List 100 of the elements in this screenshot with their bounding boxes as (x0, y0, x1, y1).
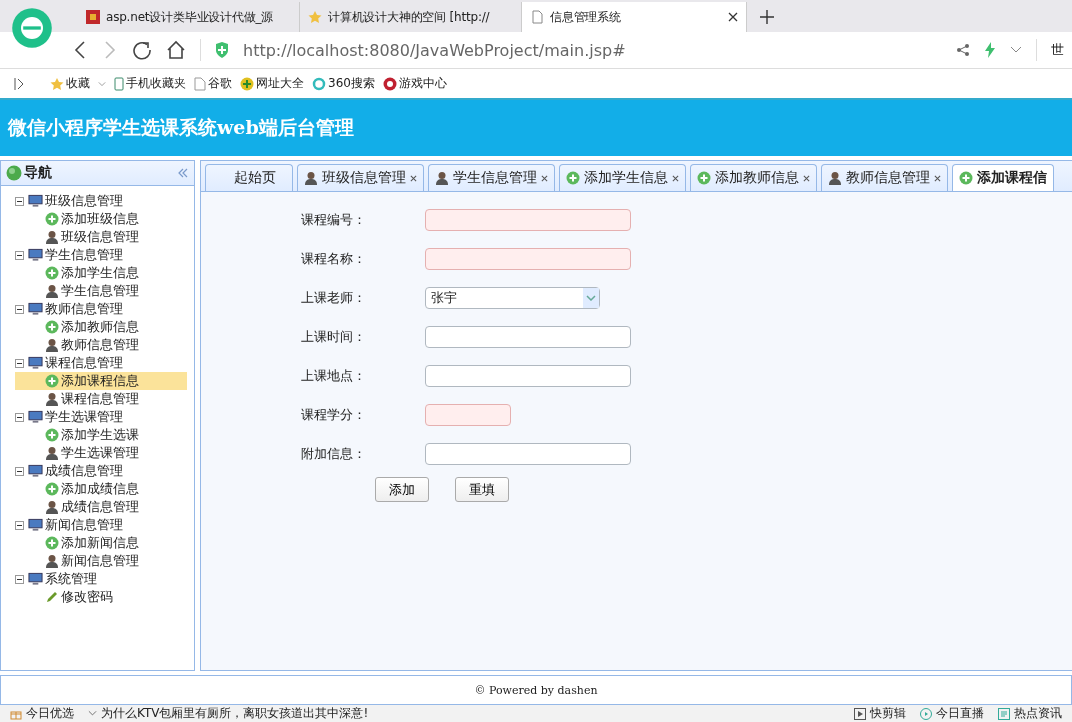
tree-item[interactable]: 成绩信息管理 (43, 498, 185, 516)
user-icon (45, 338, 59, 352)
status-item[interactable]: 为什么KTV包厢里有厕所，离职女孩道出其中深意! (88, 705, 369, 722)
tree-item[interactable]: 新闻信息管理 (43, 552, 185, 570)
form-button[interactable]: 重填 (455, 477, 509, 502)
tree-item[interactable]: 添加课程信息 (15, 372, 187, 390)
plus-circle-icon (240, 76, 254, 91)
tree-node[interactable]: 系统管理 (15, 570, 194, 588)
status-item[interactable]: 今日直播 (920, 705, 984, 722)
user-icon (45, 554, 59, 568)
collapse-toggle-icon[interactable] (15, 250, 24, 260)
tree-node[interactable]: 课程信息管理 (15, 354, 194, 372)
input-field[interactable] (425, 247, 631, 270)
tree-item[interactable]: 添加学生信息 (43, 264, 185, 282)
sidebar-toggle-icon[interactable] (14, 76, 24, 91)
close-icon[interactable] (728, 12, 738, 22)
plus-circle-icon (45, 212, 59, 226)
tree-node[interactable]: 学生选课管理 (15, 408, 194, 426)
tab-label: 添加教师信息 (715, 169, 799, 187)
field-label: 课程编号： (301, 210, 367, 229)
reload-icon[interactable] (132, 40, 152, 60)
input-field[interactable] (425, 364, 631, 387)
select-field[interactable]: 张宇 (425, 286, 600, 309)
back-icon[interactable] (72, 40, 88, 60)
tree-node[interactable]: 教师信息管理 (15, 300, 194, 318)
content-tab[interactable]: 添加课程信 (952, 164, 1054, 191)
tree-item[interactable]: 班级信息管理 (43, 228, 185, 246)
chevron-down-icon[interactable] (1010, 46, 1022, 54)
share-icon[interactable] (956, 43, 970, 57)
plus-circle-icon (45, 482, 59, 496)
close-icon[interactable] (934, 174, 941, 182)
input-field[interactable] (425, 442, 631, 465)
close-icon[interactable] (541, 174, 548, 182)
user-icon (828, 171, 842, 185)
tree-node[interactable]: 学生信息管理 (15, 246, 194, 264)
status-item[interactable]: 快剪辑 (854, 705, 906, 722)
bookmark-link[interactable]: 网址大全 (240, 75, 304, 92)
content-tab[interactable]: 教师信息管理 (821, 164, 948, 191)
tree-item[interactable]: 修改密码 (43, 588, 185, 606)
new-tab-icon[interactable] (759, 9, 775, 25)
ring-icon (312, 76, 326, 91)
home-icon[interactable] (166, 40, 186, 60)
collapse-toggle-icon[interactable] (15, 574, 24, 584)
collapse-toggle-icon[interactable] (15, 358, 24, 368)
play-icon (854, 707, 866, 720)
tree-item[interactable]: 学生信息管理 (43, 282, 185, 300)
collapse-toggle-icon[interactable] (15, 466, 24, 476)
news-icon (998, 707, 1010, 720)
tree-item[interactable]: 课程信息管理 (43, 390, 185, 408)
content-tab[interactable]: 添加教师信息 (690, 164, 817, 191)
browser-tab[interactable]: 信息管理系统 (522, 2, 747, 32)
tree-node[interactable]: 新闻信息管理 (15, 516, 194, 534)
collapse-toggle-icon[interactable] (15, 196, 24, 206)
tab-label: 添加课程信 (977, 169, 1047, 187)
tree-item[interactable]: 添加新闻信息 (43, 534, 185, 552)
user-icon (45, 392, 59, 406)
content-tab[interactable]: 起始页 (205, 164, 293, 191)
monitor-icon (28, 302, 43, 316)
tree-item[interactable]: 教师信息管理 (43, 336, 185, 354)
bookmark-link[interactable]: 游戏中心 (382, 75, 447, 92)
bookmark-link[interactable]: 360搜索 (312, 75, 375, 92)
close-icon[interactable] (803, 174, 810, 182)
status-item[interactable]: 热点资讯 (998, 705, 1062, 722)
footer-text: © Powered by dashen (474, 683, 598, 697)
bookmark-link[interactable]: 收藏 (50, 75, 90, 92)
tree-item[interactable]: 学生选课管理 (43, 444, 185, 462)
tab-label: 学生信息管理 (453, 169, 537, 187)
tree-item[interactable]: 添加成绩信息 (43, 480, 185, 498)
tab-label: 添加学生信息 (584, 169, 668, 187)
url-field[interactable]: http://localhost:8080/JavaWebProject/main.jsp# (243, 40, 626, 60)
globe-icon (6, 165, 22, 181)
toolbar-text[interactable]: 世 (1051, 41, 1064, 59)
tab-title: asp.net设计类毕业设计代做_源 (106, 8, 275, 26)
user-icon (45, 230, 59, 244)
input-field[interactable] (425, 403, 511, 426)
content-tab[interactable]: 添加学生信息 (559, 164, 686, 191)
collapse-toggle-icon[interactable] (15, 520, 24, 530)
tree-node[interactable]: 班级信息管理 (15, 192, 194, 210)
collapse-toggle-icon[interactable] (15, 304, 24, 314)
close-icon[interactable] (410, 174, 417, 182)
tree-item[interactable]: 添加教师信息 (43, 318, 185, 336)
tree-node[interactable]: 成绩信息管理 (15, 462, 194, 480)
content-tab[interactable]: 学生信息管理 (428, 164, 555, 191)
close-icon[interactable] (672, 174, 679, 182)
status-item[interactable]: 今日优选 (10, 705, 74, 722)
browser-tab[interactable]: asp.net设计类毕业设计代做_源 (78, 2, 300, 32)
tree-item[interactable]: 添加学生选课 (43, 426, 185, 444)
collapse-toggle-icon[interactable] (15, 412, 24, 422)
bookmark-link[interactable]: 手机收藏夹 (114, 75, 186, 92)
input-field[interactable] (425, 208, 631, 231)
input-field[interactable] (425, 325, 631, 348)
browser-logo-icon (10, 6, 54, 50)
monitor-icon (28, 572, 43, 586)
form-button[interactable]: 添加 (375, 477, 429, 502)
user-icon (45, 284, 59, 298)
tree-item[interactable]: 添加班级信息 (43, 210, 185, 228)
content-tab[interactable]: 班级信息管理 (297, 164, 424, 191)
monitor-icon (28, 410, 43, 424)
bookmark-link[interactable]: 谷歌 (194, 75, 232, 92)
collapse-icon[interactable] (178, 168, 188, 178)
